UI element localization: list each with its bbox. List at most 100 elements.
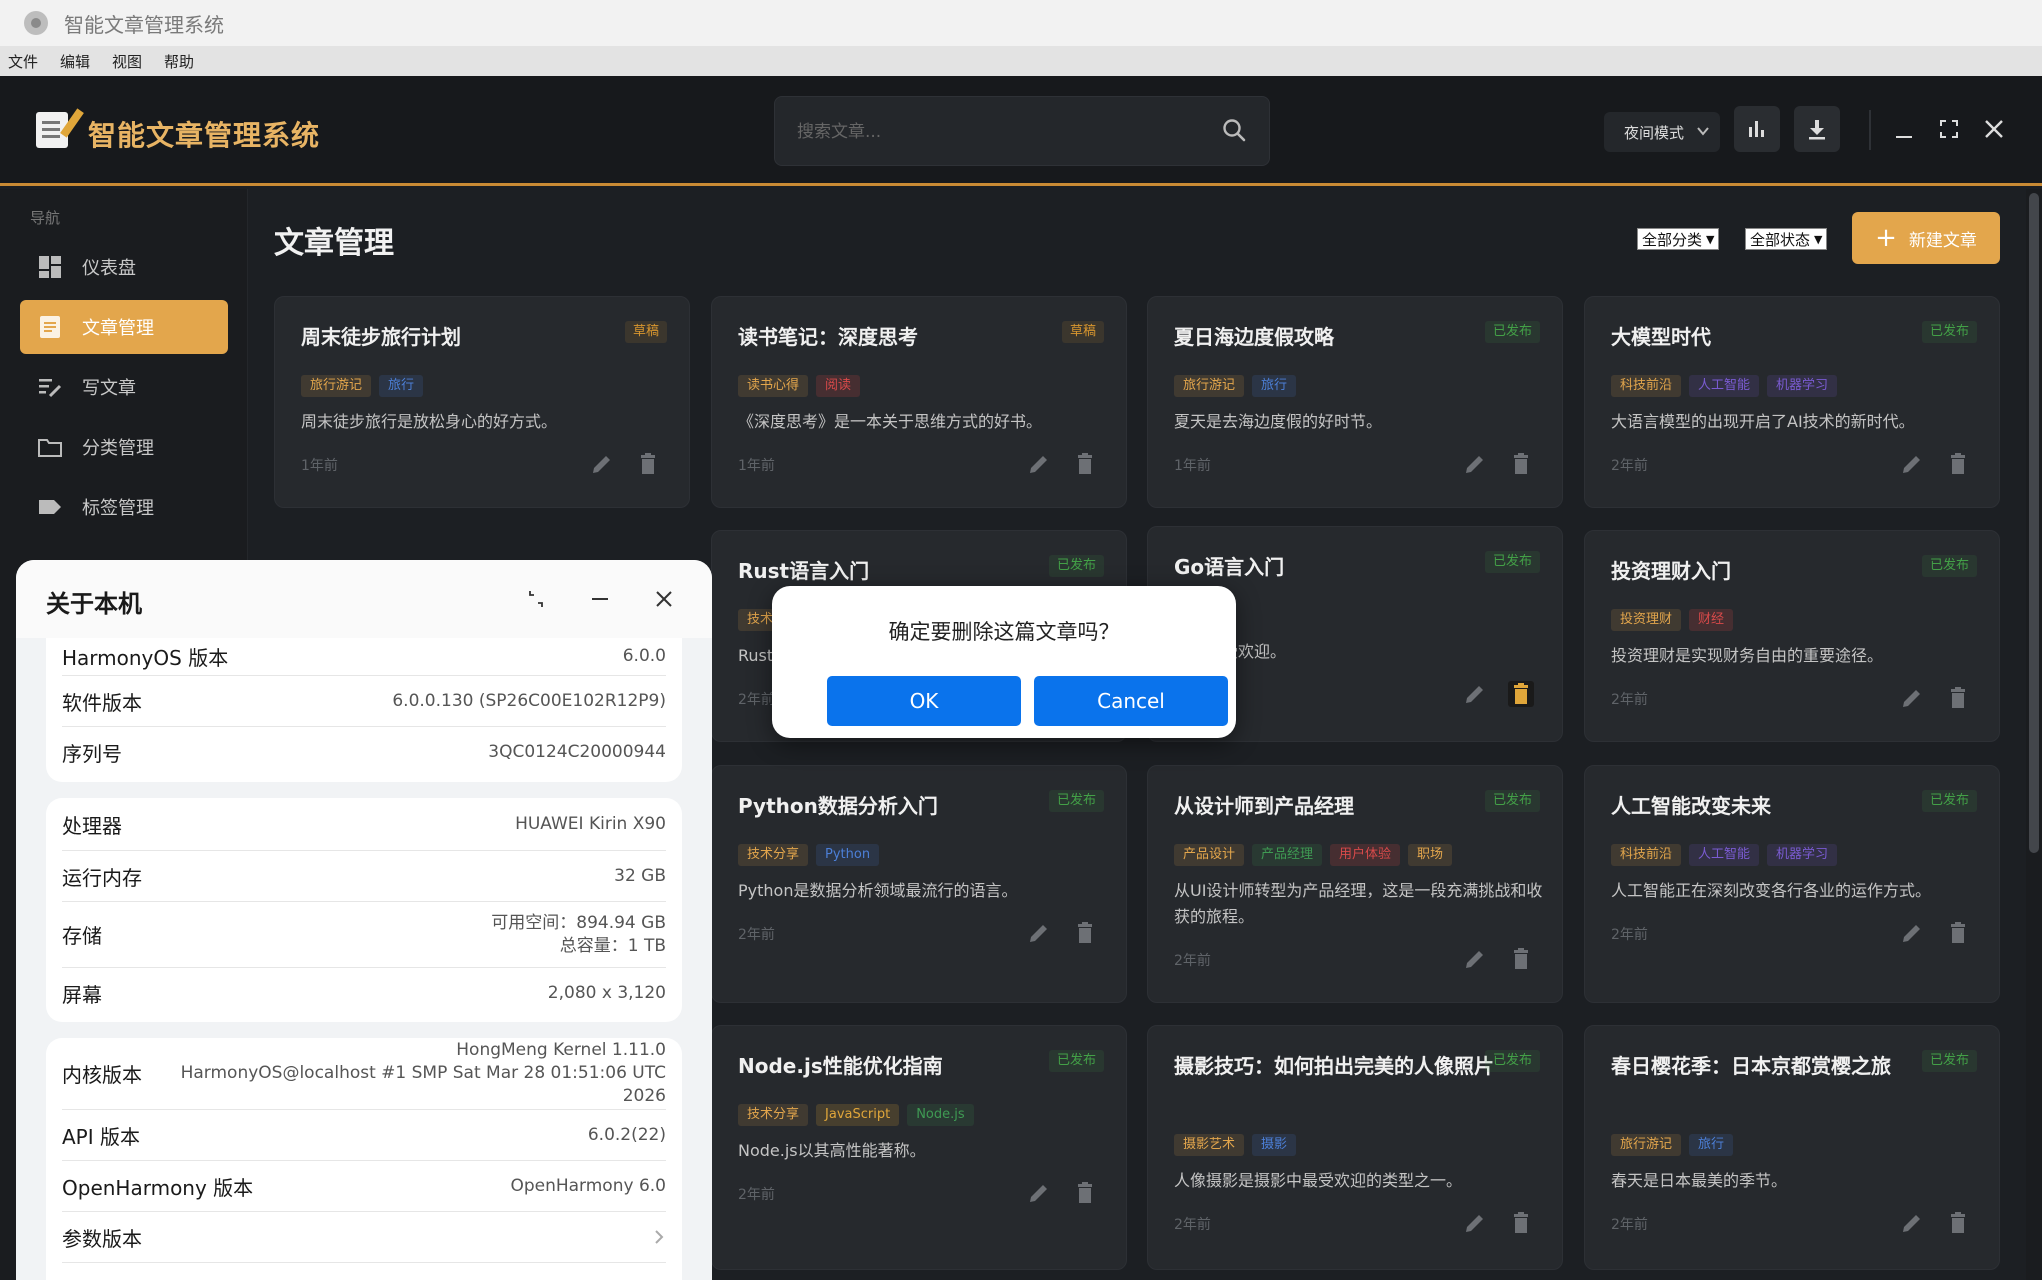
delete-icon[interactable] xyxy=(1945,451,1971,477)
tag-chip[interactable]: 旅行游记 xyxy=(301,375,372,397)
cancel-button[interactable]: Cancel xyxy=(1034,676,1228,726)
info-row-param-version[interactable]: 参数版本 xyxy=(62,1212,666,1263)
tag-chip[interactable]: 旅行 xyxy=(1252,375,1297,397)
article-card[interactable]: Node.js性能优化指南 已发布 技术分享 JavaScript Node.js Nod… xyxy=(711,1025,1127,1270)
article-card[interactable]: 周末徒步旅行计划 草稿 旅行游记 旅行 周末徒步旅行是放松身心的好方式。 1年前 xyxy=(274,296,690,508)
tag-chip[interactable]: 机器学习 xyxy=(1767,375,1838,397)
search-icon[interactable] xyxy=(1221,117,1247,143)
menu-edit[interactable]: 编辑 xyxy=(60,51,90,72)
minimize-icon[interactable] xyxy=(588,587,612,611)
tag-chip[interactable]: 人工智能 xyxy=(1689,844,1760,866)
tag-chip[interactable]: 科技前沿 xyxy=(1611,844,1682,866)
close-icon[interactable] xyxy=(1981,116,2007,142)
article-card[interactable]: 从设计师到产品经理 已发布 产品设计 产品经理 用户体验 职场 从UI设计师转型为产品经理，… xyxy=(1147,765,1563,1003)
edit-icon[interactable] xyxy=(1462,451,1488,477)
tag-chip[interactable]: 摄影 xyxy=(1252,1134,1297,1156)
scrollbar[interactable] xyxy=(2026,189,2042,1280)
tag-chip[interactable]: Python xyxy=(816,844,880,866)
article-title[interactable]: 投资理财入门 xyxy=(1611,557,1731,585)
delete-icon[interactable] xyxy=(1508,1210,1534,1236)
article-title[interactable]: 大模型时代 xyxy=(1611,323,1711,351)
menu-view[interactable]: 视图 xyxy=(112,51,142,72)
status-filter-select[interactable]: 全部状态 ▼ xyxy=(1745,228,1828,250)
tag-chip[interactable]: 用户体验 xyxy=(1330,844,1401,866)
tag-chip[interactable]: 旅行 xyxy=(1689,1134,1734,1156)
article-title[interactable]: Go语言入门 xyxy=(1174,553,1284,581)
close-icon[interactable] xyxy=(652,587,676,611)
article-title[interactable]: 摄影技巧：如何拍出完美的人像照片 xyxy=(1174,1052,1494,1080)
sidebar-item-tags[interactable]: 标签管理 xyxy=(20,480,228,534)
tag-chip[interactable]: 旅行游记 xyxy=(1611,1134,1682,1156)
tag-chip[interactable]: 产品经理 xyxy=(1252,844,1323,866)
article-title[interactable]: Rust语言入门 xyxy=(738,557,869,585)
article-title[interactable]: 从设计师到产品经理 xyxy=(1174,792,1354,820)
delete-icon[interactable] xyxy=(1072,451,1098,477)
sidebar-item-write[interactable]: 写文章 xyxy=(20,360,228,414)
edit-icon[interactable] xyxy=(1462,946,1488,972)
article-title[interactable]: 周末徒步旅行计划 xyxy=(301,323,461,351)
edit-icon[interactable] xyxy=(1899,920,1925,946)
edit-icon[interactable] xyxy=(1462,1210,1488,1236)
tag-chip[interactable]: JavaScript xyxy=(816,1104,900,1126)
tag-chip[interactable]: 财经 xyxy=(1689,609,1734,631)
article-card[interactable]: 人工智能改变未来 已发布 科技前沿 人工智能 机器学习 人工智能正在深刻改变各行各业的运作… xyxy=(1584,765,2000,1003)
tag-chip[interactable]: 技术分享 xyxy=(738,1104,809,1126)
article-title[interactable]: Node.js性能优化指南 xyxy=(738,1052,943,1080)
delete-icon[interactable] xyxy=(1945,920,1971,946)
tag-chip[interactable]: 机器学习 xyxy=(1767,844,1838,866)
menu-help[interactable]: 帮助 xyxy=(164,51,194,72)
article-title[interactable]: 人工智能改变未来 xyxy=(1611,792,1771,820)
new-article-button[interactable]: + 新建文章 xyxy=(1852,212,2000,264)
category-filter-select[interactable]: 全部分类 ▼ xyxy=(1637,228,1720,250)
article-title[interactable]: 春日樱花季：日本京都赏樱之旅 xyxy=(1611,1052,1891,1080)
article-card[interactable]: 投资理财入门 已发布 投资理财 财经 投资理财是实现财务自由的重要途径。 2年前 xyxy=(1584,530,2000,742)
delete-icon[interactable] xyxy=(1508,451,1534,477)
article-card[interactable]: Python数据分析入门 已发布 技术分享 Python Python是数据分析领域最流… xyxy=(711,765,1127,1003)
edit-icon[interactable] xyxy=(1026,920,1052,946)
edit-icon[interactable] xyxy=(1899,685,1925,711)
sidebar-item-categories[interactable]: 分类管理 xyxy=(20,420,228,474)
scrollbar-thumb[interactable] xyxy=(2029,193,2039,853)
edit-icon[interactable] xyxy=(1462,681,1488,707)
delete-icon[interactable] xyxy=(1072,1180,1098,1206)
delete-icon[interactable] xyxy=(1508,946,1534,972)
tag-chip[interactable]: 产品设计 xyxy=(1174,844,1245,866)
stats-button[interactable] xyxy=(1734,106,1780,152)
article-card[interactable]: 春日樱花季：日本京都赏樱之旅 已发布 旅行游记 旅行 春天是日本最美的季节。 2年前 xyxy=(1584,1025,2000,1270)
theme-mode-select[interactable]: 夜间模式 xyxy=(1604,112,1720,152)
search-input[interactable] xyxy=(797,115,1197,149)
delete-icon[interactable] xyxy=(635,451,661,477)
edit-icon[interactable] xyxy=(589,451,615,477)
maximize-icon[interactable] xyxy=(1936,116,1962,142)
edit-icon[interactable] xyxy=(1899,1210,1925,1236)
tag-chip[interactable]: 旅行 xyxy=(379,375,424,397)
tag-chip[interactable]: 阅读 xyxy=(816,375,861,397)
tag-chip[interactable]: 职场 xyxy=(1408,844,1453,866)
sidebar-item-articles[interactable]: 文章管理 xyxy=(20,300,228,354)
export-button[interactable] xyxy=(1794,106,1840,152)
tag-chip[interactable]: 旅行游记 xyxy=(1174,375,1245,397)
article-card[interactable]: 大模型时代 已发布 科技前沿 人工智能 机器学习 大语言模型的出现开启了AI技术的新时代。… xyxy=(1584,296,2000,508)
article-title[interactable]: Python数据分析入门 xyxy=(738,792,938,820)
menu-file[interactable]: 文件 xyxy=(8,51,38,72)
article-card[interactable]: 摄影技巧：如何拍出完美的人像照片 已发布 摄影艺术 摄影 人像摄影是摄影中最受欢迎的类型… xyxy=(1147,1025,1563,1270)
article-title[interactable]: 读书笔记：深度思考 xyxy=(738,323,918,351)
edit-icon[interactable] xyxy=(1899,451,1925,477)
article-card[interactable]: 读书笔记：深度思考 草稿 读书心得 阅读 《深度思考》是一本关于思维方式的好书。 1年前 xyxy=(711,296,1127,508)
tag-chip[interactable]: Node.js xyxy=(907,1104,974,1126)
tag-chip[interactable]: 摄影艺术 xyxy=(1174,1134,1245,1156)
expand-icon[interactable] xyxy=(524,587,548,611)
delete-icon[interactable] xyxy=(1072,920,1098,946)
tag-chip[interactable]: 读书心得 xyxy=(738,375,809,397)
minimize-icon[interactable] xyxy=(1891,116,1917,142)
tag-chip[interactable]: 技术分享 xyxy=(738,844,809,866)
article-title[interactable]: 夏日海边度假攻略 xyxy=(1174,323,1334,351)
edit-icon[interactable] xyxy=(1026,451,1052,477)
ok-button[interactable]: OK xyxy=(827,676,1021,726)
delete-icon[interactable] xyxy=(1945,685,1971,711)
delete-icon[interactable] xyxy=(1945,1210,1971,1236)
tag-chip[interactable]: 科技前沿 xyxy=(1611,375,1682,397)
tag-chip[interactable]: 人工智能 xyxy=(1689,375,1760,397)
sidebar-item-dashboard[interactable]: 仪表盘 xyxy=(20,240,228,294)
tag-chip[interactable]: 投资理财 xyxy=(1611,609,1682,631)
